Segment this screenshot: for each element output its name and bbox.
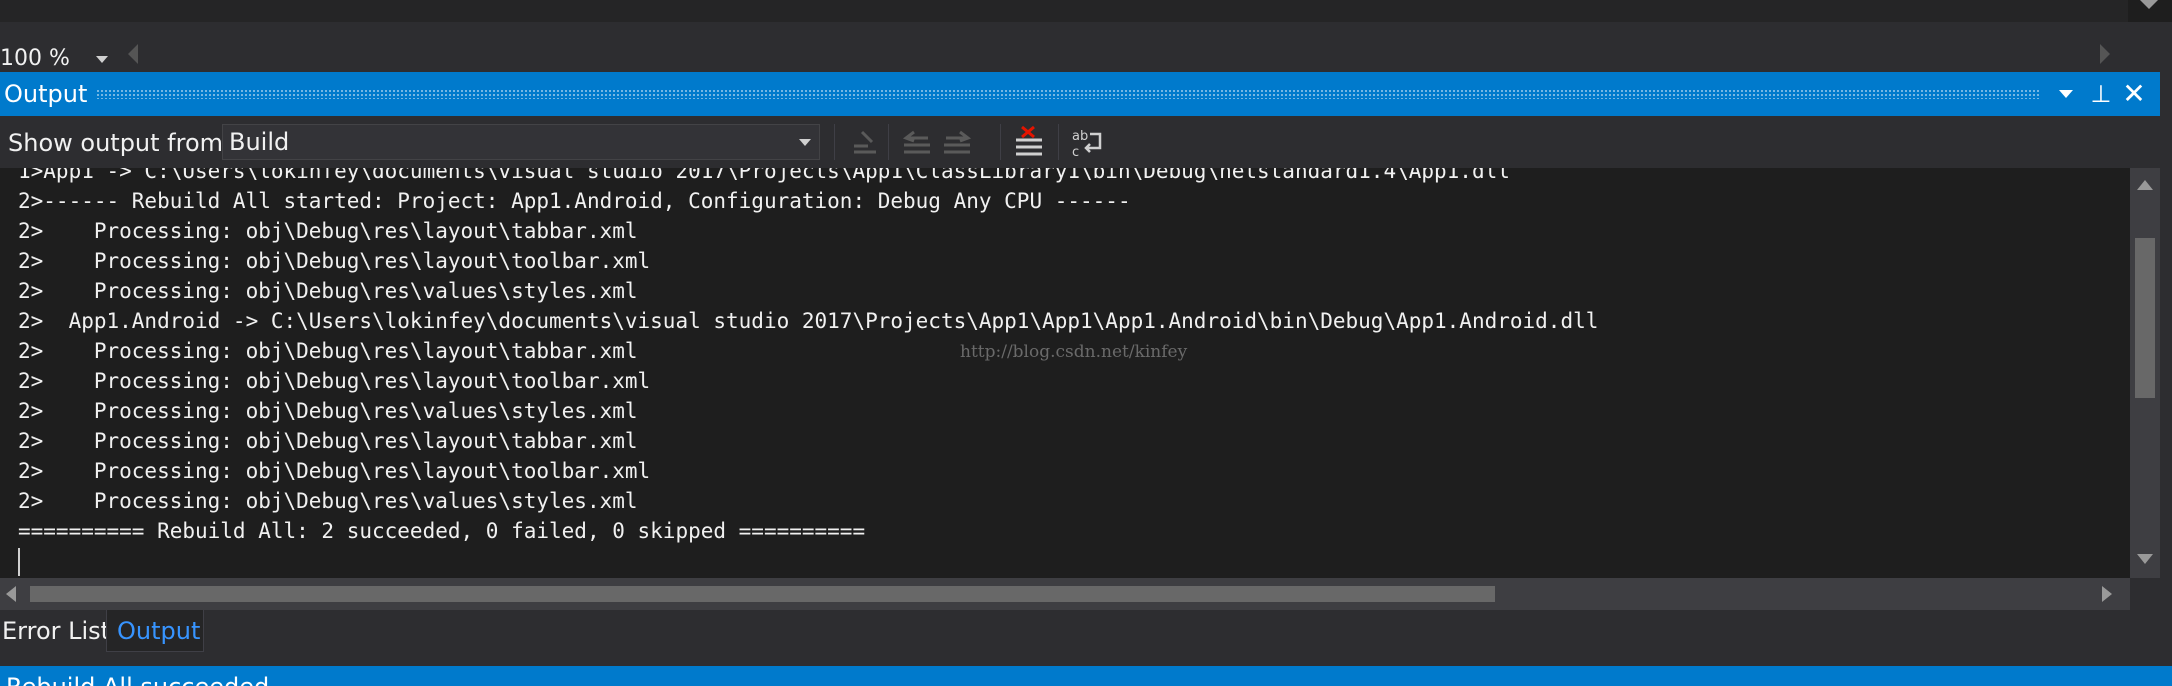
output-line: 2> Processing: obj\Debug\res\layout\tabb… (18, 339, 638, 363)
output-line: 2> Processing: obj\Debug\res\layout\tabb… (18, 219, 638, 243)
title-drag-grip[interactable] (96, 89, 2041, 99)
status-text: Rebuild All succeeded (6, 672, 269, 686)
scroll-left-icon[interactable] (128, 44, 138, 64)
output-line: 2> Processing: obj\Debug\res\layout\tool… (18, 459, 651, 483)
vertical-scrollbar[interactable] (2130, 168, 2160, 578)
output-window-titlebar[interactable]: Output ⊥ ✕ (0, 72, 2160, 116)
find-message-icon[interactable] (848, 126, 882, 160)
output-line: 2> Processing: obj\Debug\res\layout\tool… (18, 249, 651, 273)
output-line: 2> App1.Android -> C:\Users\lokinfey\doc… (18, 309, 1599, 333)
svg-text:ab: ab (1072, 129, 1088, 144)
window-position-dropdown-icon[interactable] (2050, 78, 2082, 110)
scroll-up-icon[interactable] (2137, 180, 2153, 190)
tab-error-list[interactable]: Error List (2, 610, 110, 652)
output-log: 1>App1 -> C:\Users\lokinfey\documents\vi… (18, 168, 1598, 546)
scroll-left-icon[interactable] (6, 586, 16, 602)
window-title: Output (4, 80, 88, 108)
show-output-from-label: Show output from: (8, 129, 232, 157)
output-line: 2> Processing: obj\Debug\res\values\styl… (18, 399, 638, 423)
scroll-down-icon[interactable] (2140, 0, 2158, 9)
scrollbar-corner (2130, 578, 2160, 610)
toolbar-separator (1000, 124, 1001, 160)
pin-icon[interactable]: ⊥ (2085, 78, 2117, 110)
vertical-scroll-thumb[interactable] (2135, 238, 2155, 398)
editor-zoom-row: 100 % (0, 22, 2172, 72)
toolbar-separator (888, 124, 889, 160)
output-text-area[interactable]: 1>App1 -> C:\Users\lokinfey\documents\vi… (0, 168, 2130, 578)
text-caret (18, 548, 20, 576)
editor-area (0, 0, 2172, 22)
go-to-previous-icon[interactable] (900, 126, 934, 160)
toggle-word-wrap-icon[interactable]: ab c (1070, 126, 1104, 160)
toolbar-separator (1058, 124, 1059, 160)
svg-text:c: c (1072, 145, 1079, 160)
chevron-down-icon (96, 56, 108, 63)
output-line: 2> Processing: obj\Debug\res\layout\tabb… (18, 429, 638, 453)
close-icon[interactable]: ✕ (2118, 78, 2150, 110)
tab-output[interactable]: Output (106, 610, 204, 652)
status-bar: Rebuild All succeeded (0, 666, 2172, 686)
editor-horizontal-scrollbar[interactable] (0, 0, 2128, 22)
output-line: 2>------ Rebuild All started: Project: A… (18, 189, 1131, 213)
clear-all-icon[interactable] (1012, 125, 1046, 160)
chevron-down-icon (799, 139, 811, 146)
scroll-down-icon[interactable] (2137, 554, 2153, 564)
watermark-text: http://blog.csdn.net/kinfey (960, 342, 1188, 362)
output-source-select[interactable]: Build (222, 124, 820, 160)
output-line: 2> Processing: obj\Debug\res\values\styl… (18, 279, 638, 303)
toolbar-separator (834, 124, 835, 160)
horizontal-scroll-thumb[interactable] (30, 586, 1495, 602)
output-line: ========== Rebuild All: 2 succeeded, 0 f… (18, 519, 866, 543)
go-to-next-icon[interactable] (940, 126, 974, 160)
output-source-value: Build (229, 128, 290, 156)
window-edge (2160, 72, 2172, 666)
output-line: 2> Processing: obj\Debug\res\values\styl… (18, 489, 638, 513)
output-toolbar: Show output from: Build ab c (0, 116, 2160, 168)
tool-window-tabs: Error List Output (0, 610, 2172, 666)
horizontal-scrollbar[interactable] (0, 578, 2130, 610)
output-line: 1>App1 -> C:\Users\lokinfey\documents\vi… (18, 168, 1510, 183)
scroll-right-icon[interactable] (2100, 44, 2110, 64)
scroll-right-icon[interactable] (2102, 586, 2112, 602)
output-line: 2> Processing: obj\Debug\res\layout\tool… (18, 369, 651, 393)
zoom-value: 100 % (0, 46, 70, 71)
zoom-dropdown[interactable]: 100 % (0, 42, 110, 76)
